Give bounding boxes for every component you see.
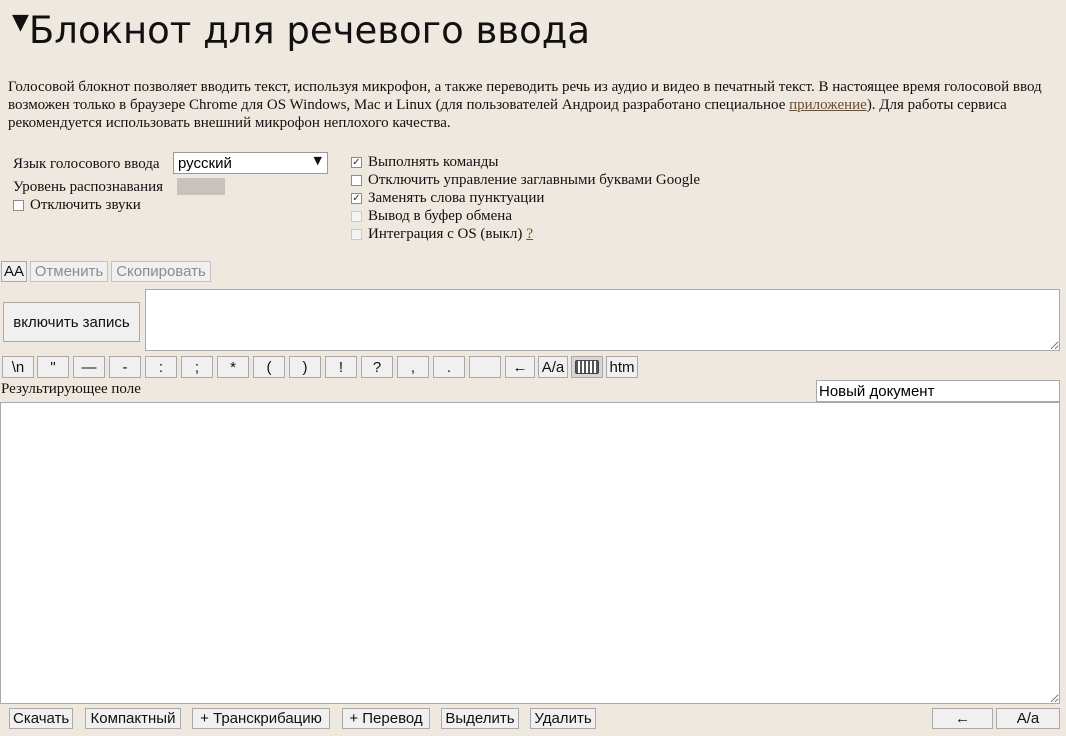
page-title: Блокнот для речевого ввода <box>28 9 590 52</box>
document-name-input[interactable] <box>816 380 1060 402</box>
symbol-close-paren-button[interactable]: ) <box>289 356 321 378</box>
interim-text-area[interactable] <box>145 289 1060 351</box>
toggle-case-button[interactable]: AA <box>1 261 27 282</box>
symbol-dash-button[interactable]: — <box>73 356 105 378</box>
symbol-asterisk-button[interactable]: * <box>217 356 249 378</box>
symbol-open-paren-button[interactable]: ( <box>253 356 285 378</box>
option-label: Выполнять команды <box>368 154 499 170</box>
language-select[interactable]: русский <box>173 152 328 174</box>
option-execute-commands[interactable]: ✓ Выполнять команды <box>351 153 700 171</box>
symbol-semicolon-button[interactable]: ; <box>181 356 213 378</box>
options-list: ✓ Выполнять команды Отключить управление… <box>351 153 700 243</box>
delete-button[interactable]: Удалить <box>530 708 596 729</box>
description: Голосовой блокнот позволяет вводить текс… <box>8 78 1058 132</box>
checkbox-box <box>351 210 362 222</box>
checkbox-box[interactable] <box>13 199 24 211</box>
option-os-integration: Интеграция с OS (выкл) ? <box>351 225 700 243</box>
case-toggle-button[interactable]: A/a <box>538 356 568 378</box>
symbol-space-button[interactable] <box>469 356 501 378</box>
app-link[interactable]: приложение <box>789 97 867 113</box>
result-label: Результирующее поле <box>1 381 141 397</box>
mute-sounds-checkbox[interactable]: Отключить звуки <box>13 196 141 214</box>
level-label: Уровень распознавания <box>13 179 164 195</box>
checkbox-box[interactable]: ✓ <box>351 192 362 204</box>
help-link[interactable]: ? <box>526 225 533 243</box>
bottom-case-toggle-button[interactable]: A/a <box>996 708 1060 729</box>
option-disable-google-caps[interactable]: Отключить управление заглавными буквами … <box>351 171 700 189</box>
add-translation-button[interactable]: + Перевод <box>342 708 430 729</box>
symbol-period-button[interactable]: . <box>433 356 465 378</box>
option-label: Интеграция с OS (выкл) <box>368 226 523 242</box>
checkbox-box <box>351 228 362 240</box>
option-label: Отключить управление заглавными буквами … <box>368 172 701 188</box>
undo-button[interactable]: Отменить <box>30 261 108 282</box>
symbol-newline-button[interactable]: \n <box>2 356 34 378</box>
copy-button[interactable]: Скопировать <box>111 261 211 282</box>
checkbox-box[interactable]: ✓ <box>351 156 362 168</box>
symbol-exclamation-button[interactable]: ! <box>325 356 357 378</box>
record-button[interactable]: включить запись <box>3 302 140 342</box>
symbol-hyphen-button[interactable]: - <box>109 356 141 378</box>
language-label: Язык голосового ввода <box>13 156 160 172</box>
compact-button[interactable]: Компактный <box>85 708 181 729</box>
add-transcription-button[interactable]: + Транскрибацию <box>192 708 330 729</box>
option-clipboard-output: Вывод в буфер обмена <box>351 207 700 225</box>
symbol-colon-button[interactable]: : <box>145 356 177 378</box>
symbol-quote-button[interactable]: " <box>37 356 69 378</box>
mute-sounds-label: Отключить звуки <box>30 197 141 213</box>
download-button[interactable]: Скачать <box>9 708 73 729</box>
bottom-backspace-button[interactable]: ← <box>932 708 993 729</box>
option-label: Заменять слова пунктуации <box>368 190 545 206</box>
option-replace-punctuation[interactable]: ✓ Заменять слова пунктуации <box>351 189 700 207</box>
symbol-comma-button[interactable]: , <box>397 356 429 378</box>
htm-button[interactable]: htm <box>606 356 638 378</box>
select-all-button[interactable]: Выделить <box>441 708 519 729</box>
keyboard-icon <box>575 360 599 374</box>
language-select-wrap[interactable]: русский ▼ <box>173 152 328 174</box>
symbol-question-button[interactable]: ? <box>361 356 393 378</box>
backspace-button[interactable]: ← <box>505 356 535 378</box>
keyboard-button[interactable] <box>571 356 603 378</box>
collapse-triangle-icon[interactable]: ▼ <box>12 12 29 34</box>
page-header: ▼ Блокнот для речевого ввода <box>12 6 590 56</box>
recognition-level-bar <box>177 178 225 195</box>
result-text-area[interactable] <box>0 402 1060 704</box>
checkbox-box[interactable] <box>351 174 362 186</box>
option-label: Вывод в буфер обмена <box>368 208 512 224</box>
